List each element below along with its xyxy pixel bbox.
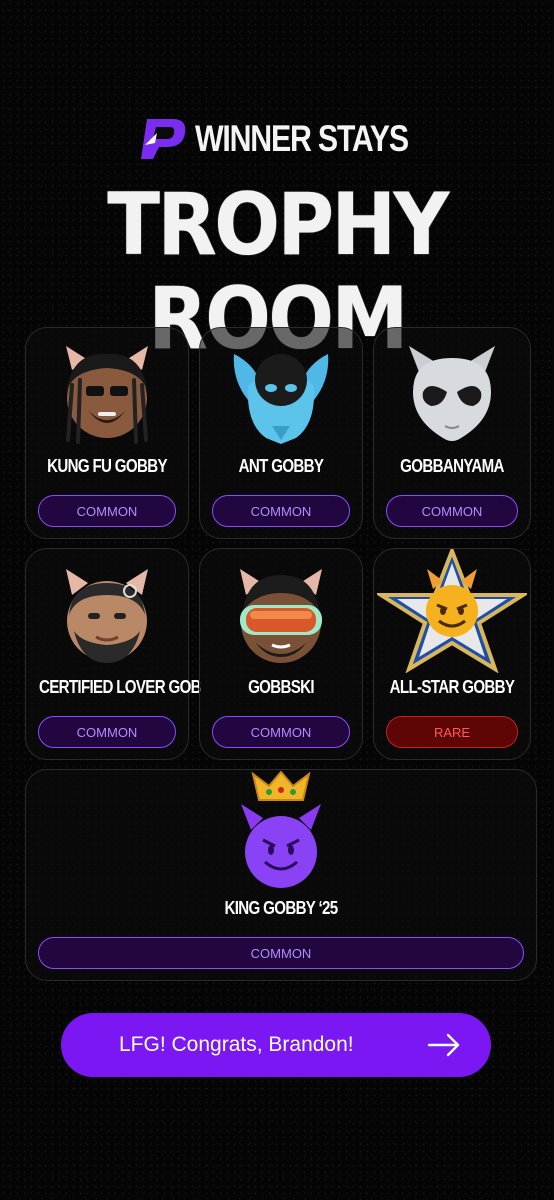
trophy-card[interactable]: ALL-STAR GOBBY RARE: [373, 548, 531, 760]
rarity-badge: COMMON: [212, 495, 350, 527]
trophy-card[interactable]: ANT GOBBY COMMON: [199, 327, 363, 539]
gobbanyama-alien-avatar-icon: [409, 346, 495, 441]
ant-gobby-avatar-icon: [233, 354, 329, 444]
rarity-badge: COMMON: [38, 495, 176, 527]
congrats-button[interactable]: LFG! Congrats, Brandon!: [61, 1013, 491, 1077]
rarity-badge: COMMON: [386, 495, 518, 527]
trophy-name: ALL-STAR GOBBY: [389, 677, 515, 697]
trophy-name: GOBBSKI: [248, 677, 315, 697]
trophy-name: ANT GOBBY: [238, 456, 324, 476]
rarity-badge: COMMON: [38, 716, 176, 748]
rarity-badge: RARE: [386, 716, 518, 748]
all-star-gobby-avatar-icon: [377, 549, 527, 673]
brand-row: WINNER STAYS: [0, 112, 554, 166]
congrats-button-label: LFG! Congrats, Brandon!: [119, 1033, 354, 1056]
king-gobby-crown-avatar-icon: [241, 770, 321, 888]
trophy-name: GOBBANYAMA: [400, 456, 504, 476]
brand-name: WINNER STAYS: [195, 118, 409, 159]
trophy-card[interactable]: CERTIFIED LOVER GOB COMMON: [25, 548, 202, 760]
certified-lover-gob-avatar-icon: [66, 569, 148, 663]
trophy-card[interactable]: KUNG FU GOBBY COMMON: [25, 327, 189, 539]
rarity-badge: COMMON: [212, 716, 350, 748]
trophy-name: KUNG FU GOBBY: [47, 456, 167, 476]
trophy-name: KING GOBBY ‘25: [224, 898, 338, 918]
arrow-right-icon: [427, 1033, 460, 1057]
rarity-badge: COMMON: [38, 937, 524, 969]
trophy-card[interactable]: GOBBANYAMA COMMON: [373, 327, 531, 539]
gobbski-goggles-avatar-icon: [240, 569, 322, 663]
kung-fu-gobby-avatar-icon: [66, 346, 148, 444]
trophy-card[interactable]: GOBBSKI COMMON: [199, 548, 363, 760]
trophy-card[interactable]: KING GOBBY ‘25 COMMON: [25, 769, 537, 981]
winner-stays-logo-icon: [141, 119, 186, 159]
trophy-name: CERTIFIED LOVER GOB: [38, 677, 202, 697]
